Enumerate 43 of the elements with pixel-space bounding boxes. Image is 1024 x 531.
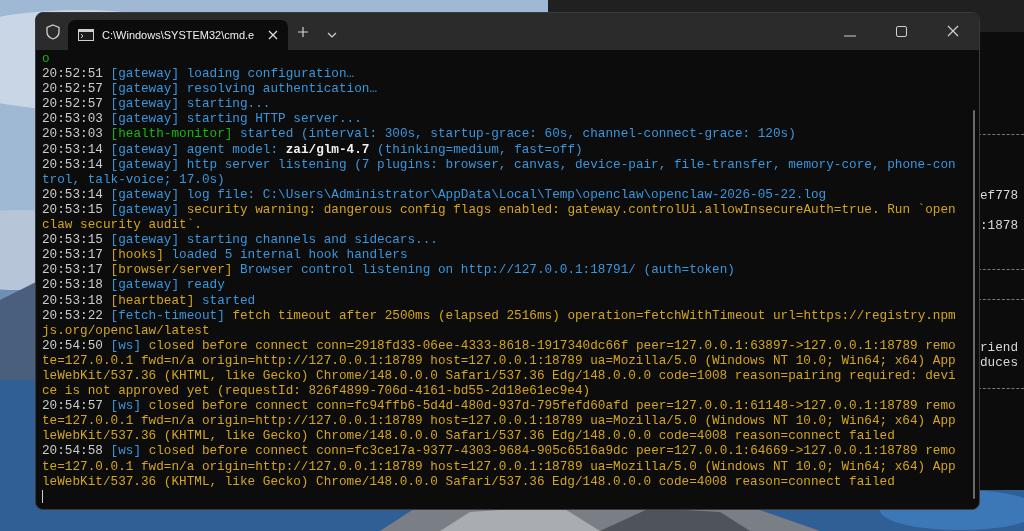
console-line: 20:53:15 [gateway] starting channels and sidecars... [42,232,438,248]
console-line: claw security audit`. [42,217,202,233]
console-line: 20:53:15 [gateway] security warning: dangerous config flags enabled: gateway.controlUi.allowInsecureAuth=true. Run `open [42,201,956,218]
console-line: 20:52:51 [gateway] loading configuration… [42,66,355,82]
console-line: o [42,51,50,67]
console-line: te=127.0.0.1 fwd=n/a origin=http://127.0.0.1:18789 host=127.0.0.1:18789 ua=Mozilla/5.0 (Windows NT 10.0; Win64; x64) App [42,413,956,429]
close-icon[interactable] [947,25,959,37]
scrollbar[interactable] [973,110,975,499]
terminal-tab[interactable]: C:\Windows\SYSTEM32\cmd.e [68,20,288,50]
console-line: 20:53:14 [gateway] http server listening (7 plugins: browser, canvas, device-pair, file-transfer, memory-core, phone-con [42,156,956,172]
window-text: ef778 [980,188,1019,203]
maximize-icon[interactable] [896,26,907,37]
console-line: 20:52:57 [gateway] resolving authentication… [42,81,378,97]
text-cursor [42,489,43,503]
window-text: duces [980,355,1019,370]
console-line: 20:54:50 [ws] closed before connect conn=2918fd33-06ee-4333-8618-1917340dc66f peer=127.0.0.1:63897->127.0.0.1:18789 remo [42,337,956,353]
console-line: 20:53:17 [hooks] loaded 5 internal hook handlers [42,247,408,263]
console-line: 20:52:57 [gateway] starting... [42,96,271,112]
window-text: riend [980,340,1019,355]
console-line: 20:53:17 [browser/server] Browser control listening on http://127.0.0.1:18791/ (auth=token) [42,262,735,278]
console-line: te=127.0.0.1 fwd=n/a origin=http://127.0.0.1:18789 host=127.0.0.1:18789 ua=Mozilla/5.0 (Windows NT 10.0; Win64; x64) App [42,352,956,368]
console-line: 20:53:03 [gateway] starting HTTP server... [42,111,362,127]
console-line: ce is not approved yet (requestId: 826f4899-706d-4161-bd55-2d18e61ec9e4) [42,383,591,399]
console-line: leWebKit/537.36 (KHTML, like Gecko) Chrome/148.0.0.0 Safari/537.36 Edg/148.0.0.0 code=4008 reason=connect failed [42,473,895,489]
console-line: 20:53:18 [gateway] ready [42,277,225,293]
console-line: 20:54:58 [ws] closed before connect conn=fc3ce17a-9377-4303-9684-905c6516a9dc peer=127.0.0.1:64669->127.0.0.1:18789 remo [42,443,956,459]
console-line: 20:53:14 [gateway] log file: C:\Users\Administrator\AppData\Local\Temp\openclaw\openclaw-2026-05-22.log [42,186,827,202]
console-line: trol, talk-voice; 17.0s) [42,171,225,187]
plus-icon[interactable] [297,26,309,38]
console-line: te=127.0.0.1 fwd=n/a origin=http://127.0.0.1:18789 host=127.0.0.1:18789 ua=Mozilla/5.0 (Windows NT 10.0; Win64; x64) App [42,458,956,474]
console-line: 20:54:57 [ws] closed before connect conn=fc94ffb6-5d4d-480d-937d-795fefd60afd peer=127.0.0.1:61148->127.0.0.1:18789 remo [42,398,956,414]
close-icon[interactable] [268,30,278,40]
console-line: 20:53:22 [fetch-timeout] fetch timeout after 2500ms (elapsed 2516ms) operation=fetchWithTimeout url=https://registry.npm [42,307,956,323]
shield-icon[interactable] [46,24,60,40]
console-line: 20:53:03 [health-monitor] started (interval: 300s, startup-grace: 60s, channel-connect-grace: 120s) [42,126,796,142]
console-line: 20:53:14 [gateway] agent model: zai/glm-4.7 (thinking=medium, fast=off) [42,141,583,157]
window-text: :1878 [980,218,1019,233]
console-line: leWebKit/537.36 (KHTML, like Gecko) Chrome/148.0.0.0 Safari/537.36 Edg/148.0.0.0 code=4008 reason=connect failed [42,428,895,444]
console-line: 20:53:18 [heartbeat] started [42,292,256,308]
chevron-down-icon[interactable] [327,32,337,38]
console-line: leWebKit/537.36 (KHTML, like Gecko) Chrome/148.0.0.0 Safari/537.36 Edg/148.0.0.0 code=1008 reason=pairing required: devi [42,367,956,384]
terminal-icon [78,29,94,41]
console-line: js.org/openclaw/latest [42,322,210,338]
